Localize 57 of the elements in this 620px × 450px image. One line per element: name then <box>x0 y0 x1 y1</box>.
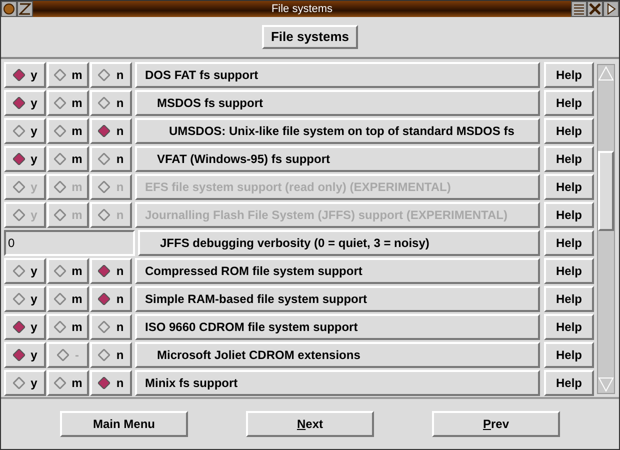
radio-option[interactable]: m <box>47 90 89 116</box>
nav-button[interactable]: Prev <box>432 411 560 437</box>
menu-icon[interactable] <box>571 1 587 17</box>
radio-option[interactable]: n <box>90 90 132 116</box>
radio-option[interactable]: y <box>4 370 46 396</box>
radio-option[interactable]: m <box>47 118 89 144</box>
window-menu-icon[interactable] <box>1 1 17 17</box>
radio-option[interactable]: y <box>4 118 46 144</box>
option-label: Minix fs support <box>135 370 540 396</box>
help-button[interactable]: Help <box>544 370 594 396</box>
help-button[interactable]: Help <box>544 62 594 88</box>
radio-option[interactable]: m <box>47 370 89 396</box>
option-label: Simple RAM-based file system support <box>135 286 540 312</box>
scroll-thumb[interactable] <box>598 151 614 231</box>
radio-option[interactable]: n <box>90 146 132 172</box>
option-label: MSDOS fs support <box>135 90 540 116</box>
help-button[interactable]: Help <box>544 286 594 312</box>
option-label: Compressed ROM file system support <box>135 258 540 284</box>
close-icon[interactable] <box>587 1 603 17</box>
nav-button[interactable]: Next <box>246 411 374 437</box>
radio-option[interactable]: m <box>47 146 89 172</box>
radio-option[interactable]: y <box>4 258 46 284</box>
radio-option[interactable]: n <box>90 314 132 340</box>
option-label: ISO 9660 CDROM file system support <box>135 314 540 340</box>
help-button[interactable]: Help <box>544 258 594 284</box>
help-button[interactable]: Help <box>544 118 594 144</box>
radio-option[interactable]: y <box>4 314 46 340</box>
radio-option[interactable]: n <box>90 286 132 312</box>
option-label: VFAT (Windows-95) fs support <box>135 146 540 172</box>
radio-option[interactable]: y <box>4 90 46 116</box>
radio-option[interactable]: y <box>4 286 46 312</box>
radio-option[interactable]: y <box>4 342 46 368</box>
radio-option[interactable]: y <box>4 146 46 172</box>
option-label: Microsoft Joliet CDROM extensions <box>135 342 540 368</box>
radio-option[interactable]: m <box>47 62 89 88</box>
scrollbar[interactable] <box>597 64 615 394</box>
radio-option[interactable]: n <box>90 118 132 144</box>
option-label: JFFS debugging verbosity (0 = quiet, 3 = noisy) <box>138 230 540 256</box>
nav-button[interactable]: Main Menu <box>60 411 188 437</box>
help-button[interactable]: Help <box>544 90 594 116</box>
shade-icon[interactable] <box>17 1 33 17</box>
help-button[interactable]: Help <box>544 146 594 172</box>
window-title: File systems <box>270 2 334 17</box>
section-button[interactable]: File systems <box>262 25 358 49</box>
option-label: DOS FAT fs support <box>135 62 540 88</box>
radio-option[interactable]: n <box>90 370 132 396</box>
radio-option[interactable]: m <box>47 314 89 340</box>
radio-option[interactable]: n <box>90 342 132 368</box>
help-button[interactable]: Help <box>544 314 594 340</box>
radio-option[interactable]: m <box>47 286 89 312</box>
radio-option[interactable]: n <box>90 258 132 284</box>
radio-option[interactable]: m <box>47 258 89 284</box>
help-button[interactable]: Help <box>544 342 594 368</box>
option-label: UMSDOS: Unix-like file system on top of standard MSDOS fs <box>135 118 540 144</box>
radio-option[interactable]: n <box>90 62 132 88</box>
expand-icon[interactable] <box>603 1 619 17</box>
radio-option[interactable]: y <box>4 62 46 88</box>
